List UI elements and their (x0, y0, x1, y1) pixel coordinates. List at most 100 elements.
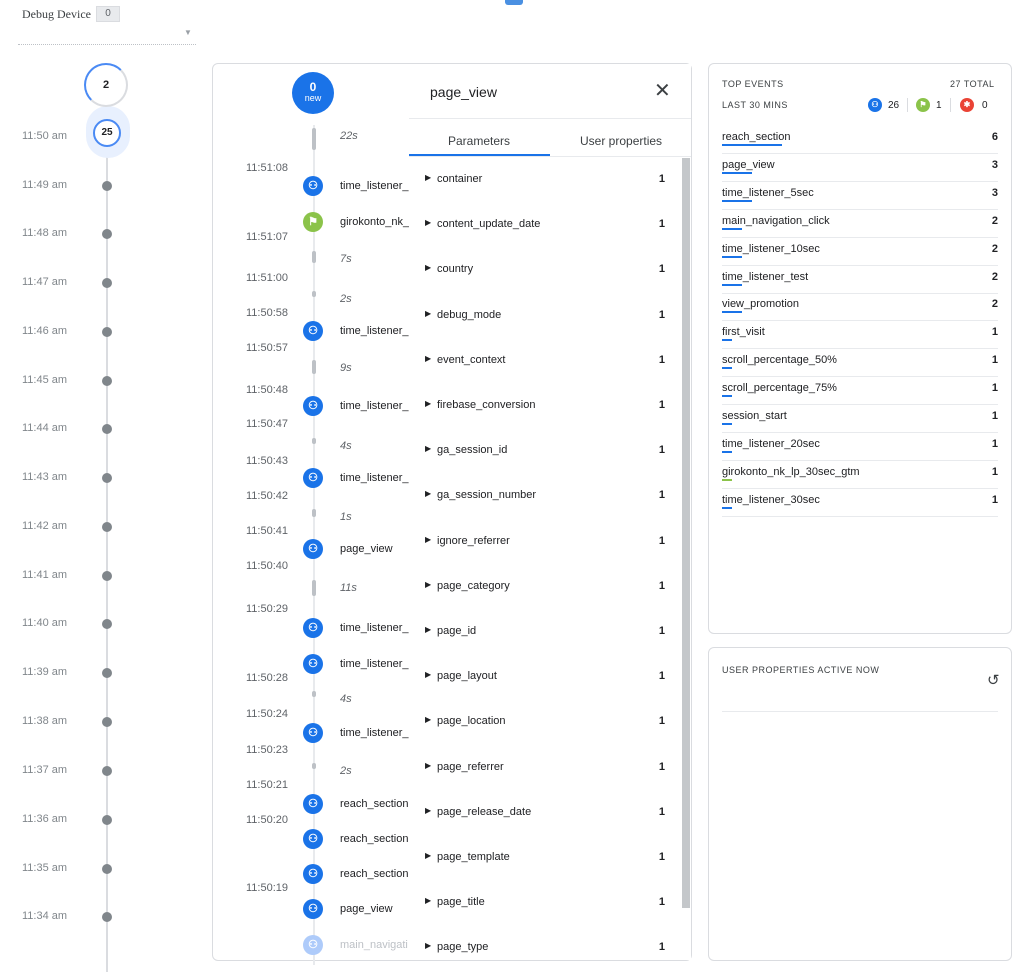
event-name[interactable]: reach_section (340, 833, 410, 845)
parameter-count: 1 (658, 353, 665, 366)
gap-bar (312, 360, 316, 374)
flag-icon[interactable]: ⚑ (303, 212, 323, 232)
top-event-count: 1 (991, 410, 998, 422)
event-name[interactable]: time_listener_ (340, 622, 410, 634)
parameter-row[interactable]: ▶ content_update_date 1 (425, 218, 675, 236)
debug-device-label: Debug Device (22, 7, 91, 21)
top-event-row[interactable]: scroll_percentage_75% 1 (722, 376, 998, 406)
event-person-icon[interactable]: ⚇ (303, 176, 323, 196)
event-person-icon[interactable]: ⚇ (303, 935, 323, 955)
top-event-name: page_view (722, 158, 775, 171)
top-event-row[interactable]: time_listener_30sec 1 (722, 488, 998, 517)
event-name[interactable]: time_listener_ (340, 658, 410, 670)
event-person-icon[interactable]: ⚇ (303, 396, 323, 416)
top-event-row[interactable]: girokonto_nk_lp_30sec_gtm 1 (722, 460, 998, 489)
history-icon[interactable]: ↺ (987, 671, 1000, 689)
event-name[interactable]: time_listener_ (340, 472, 410, 484)
event-person-icon[interactable]: ⚇ (303, 654, 323, 674)
parameter-name: page_title (437, 896, 485, 909)
new-events-badge[interactable]: 0 new (292, 72, 334, 114)
minute-dot[interactable] (102, 229, 112, 239)
parameter-row[interactable]: ▶ ga_session_number 1 (425, 489, 675, 507)
minute-dot[interactable] (102, 424, 112, 434)
top-event-row[interactable]: reach_section 6 (722, 125, 998, 154)
minute-dot[interactable] (102, 717, 112, 727)
top-event-row[interactable]: time_listener_test 2 (722, 265, 998, 294)
parameter-row[interactable]: ▶ page_template 1 (425, 851, 675, 869)
close-icon[interactable]: ✕ (654, 78, 671, 103)
tab-parameters[interactable]: Parameters (448, 134, 510, 148)
minute-dot[interactable] (102, 327, 112, 337)
top-event-row[interactable]: session_start 1 (722, 404, 998, 433)
event-name[interactable]: reach_section (340, 798, 410, 810)
top-events-subtitle: LAST 30 MINS (722, 100, 788, 110)
event-name[interactable]: main_navigati (340, 939, 410, 951)
event-person-icon[interactable]: ⚇ (303, 539, 323, 559)
parameter-row[interactable]: ▶ page_title 1 (425, 896, 675, 914)
minute-dot[interactable] (102, 571, 112, 581)
parameter-row[interactable]: ▶ page_category 1 (425, 580, 675, 598)
conversion-count: 1 (936, 100, 942, 111)
event-person-icon[interactable]: ⚇ (303, 723, 323, 743)
parameter-count: 1 (658, 218, 665, 231)
tab-user-properties[interactable]: User properties (580, 134, 662, 148)
parameter-row[interactable]: ▶ page_type 1 (425, 941, 675, 959)
parameter-row[interactable]: ▶ firebase_conversion 1 (425, 399, 675, 417)
event-person-icon[interactable]: ⚇ (303, 864, 323, 884)
event-name[interactable]: time_listener_ (340, 400, 410, 412)
minute-dot[interactable] (102, 181, 112, 191)
event-person-icon[interactable]: ⚇ (303, 321, 323, 341)
event-person-icon[interactable]: ⚇ (303, 468, 323, 488)
top-event-row[interactable]: page_view 3 (722, 153, 998, 182)
event-name[interactable]: time_listener_ (340, 325, 410, 337)
minute-dot[interactable] (102, 522, 112, 532)
event-person-icon[interactable]: ⚇ (303, 794, 323, 814)
top-event-count: 3 (991, 186, 998, 199)
event-name[interactable]: girokonto_nk_ (340, 216, 410, 228)
event-name[interactable]: page_view (340, 903, 410, 915)
minute-dot[interactable] (102, 278, 112, 288)
current-minute-count[interactable]: 25 (93, 119, 121, 147)
parameter-name: container (437, 173, 483, 185)
minute-dot[interactable] (102, 619, 112, 629)
parameter-row[interactable]: ▶ container 1 (425, 173, 675, 191)
parameter-name: page_layout (437, 670, 497, 683)
parameter-row[interactable]: ▶ page_id 1 (425, 625, 675, 643)
parameter-row[interactable]: ▶ ga_session_id 1 (425, 444, 675, 462)
scrollbar-thumb[interactable] (682, 158, 690, 908)
minute-dot[interactable] (102, 473, 112, 483)
parameter-row[interactable]: ▶ page_layout 1 (425, 670, 675, 688)
event-name[interactable]: page_view (340, 543, 410, 555)
event-name[interactable]: time_listener_ (340, 727, 410, 739)
top-event-row[interactable]: time_listener_5sec 3 (722, 181, 998, 210)
minute-dot[interactable] (102, 668, 112, 678)
parameter-row[interactable]: ▶ debug_mode 1 (425, 309, 675, 327)
parameter-row[interactable]: ▶ ignore_referrer 1 (425, 535, 675, 553)
top-events-title: TOP EVENTS (722, 79, 784, 89)
top-event-row[interactable]: main_navigation_click 2 (722, 209, 998, 238)
minute-dot[interactable] (102, 912, 112, 922)
parameter-row[interactable]: ▶ event_context 1 (425, 354, 675, 372)
event-name[interactable]: time_listener_ (340, 180, 410, 192)
minute-dot[interactable] (102, 864, 112, 874)
minute-dot[interactable] (102, 815, 112, 825)
chevron-down-icon[interactable]: ▼ (184, 28, 192, 37)
top-event-row[interactable]: time_listener_10sec 2 (722, 237, 998, 266)
last-30-min-count[interactable]: 2 (84, 63, 128, 107)
top-event-row[interactable]: first_visit 1 (722, 320, 998, 350)
parameter-row[interactable]: ▶ page_location 1 (425, 715, 675, 733)
top-event-bar (722, 395, 732, 398)
event-person-icon[interactable]: ⚇ (303, 829, 323, 849)
debug-device-select[interactable] (18, 30, 196, 45)
event-person-icon[interactable]: ⚇ (303, 618, 323, 638)
minute-dot[interactable] (102, 376, 112, 386)
event-name[interactable]: reach_section (340, 868, 410, 880)
parameter-row[interactable]: ▶ country 1 (425, 263, 675, 281)
top-event-row[interactable]: scroll_percentage_50% 1 (722, 348, 998, 378)
top-event-row[interactable]: time_listener_20sec 1 (722, 432, 998, 461)
top-event-row[interactable]: view_promotion 2 (722, 292, 998, 322)
minute-dot[interactable] (102, 766, 112, 776)
event-person-icon[interactable]: ⚇ (303, 899, 323, 919)
parameter-row[interactable]: ▶ page_release_date 1 (425, 806, 675, 824)
parameter-row[interactable]: ▶ page_referrer 1 (425, 761, 675, 779)
